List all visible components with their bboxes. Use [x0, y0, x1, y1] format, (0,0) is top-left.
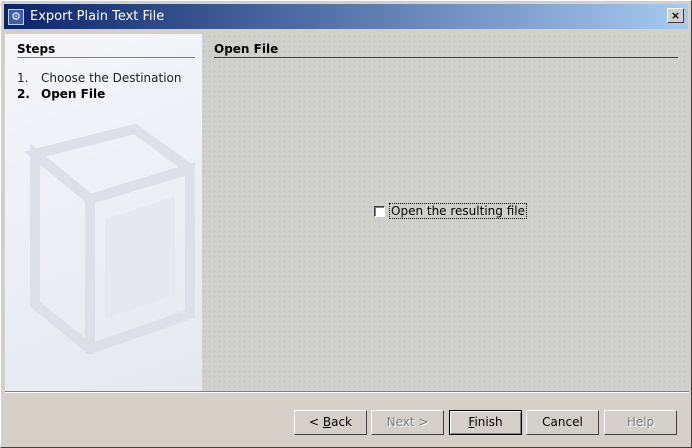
open-file-checkbox-label[interactable]: Open the resulting file	[389, 203, 527, 219]
back-button-prefix: <	[308, 415, 323, 429]
next-button[interactable]: Next >	[371, 410, 444, 435]
back-button[interactable]: < Back	[294, 410, 367, 435]
help-button[interactable]: Help	[604, 410, 677, 435]
steps-divider	[17, 57, 195, 58]
back-button-label: ack	[331, 415, 352, 429]
export-dialog: ⚙ Export Plain Text File × Steps 1. Choos…	[0, 0, 692, 448]
step-item-open-file: 2. Open File	[17, 87, 105, 101]
step-label: Open File	[41, 87, 106, 101]
panel-divider	[214, 57, 678, 58]
open-file-option[interactable]: Open the resulting file	[374, 203, 527, 219]
window-title: Export Plain Text File	[30, 9, 165, 24]
steps-panel: Steps 1. Choose the Destination 2. Open Fi…	[5, 34, 202, 391]
step-item-choose-destination: 1. Choose the Destination	[17, 71, 181, 85]
step-number: 1.	[17, 71, 29, 85]
steps-title: Steps	[17, 42, 56, 56]
cancel-button[interactable]: Cancel	[526, 410, 599, 435]
close-icon: ×	[670, 9, 681, 22]
step-number: 2.	[17, 87, 30, 101]
content-panel: Open File Open the resulting file	[202, 34, 689, 391]
app-icon: ⚙	[8, 8, 24, 25]
panel-title: Open File	[214, 42, 279, 56]
open-file-checkbox[interactable]	[374, 205, 385, 217]
title-bar[interactable]: ⚙ Export Plain Text File ×	[4, 4, 688, 29]
button-bar-separator	[5, 391, 689, 393]
finish-button[interactable]: Finish	[449, 410, 522, 435]
step-label: Choose the Destination	[41, 71, 182, 85]
finish-button-label: inish	[474, 415, 503, 429]
back-button-mnemonic: B	[322, 415, 332, 429]
close-button[interactable]: ×	[667, 8, 684, 23]
wizard-cube-graphic	[24, 124, 195, 354]
